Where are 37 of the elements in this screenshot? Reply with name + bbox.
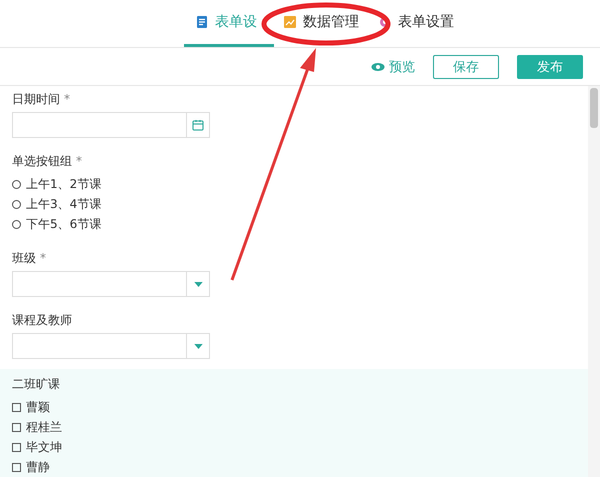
field-label: 单选按钮组	[12, 154, 72, 168]
required-mark: *	[76, 154, 82, 168]
field-label: 课程及教师	[12, 313, 72, 327]
option-label: 上午3、4节课	[26, 196, 102, 212]
input-field[interactable]	[12, 112, 210, 138]
option-label: 毕文坤	[26, 438, 62, 456]
eye-icon	[371, 62, 385, 72]
caret-icon	[194, 344, 202, 348]
radio-button[interactable]	[12, 200, 21, 208]
option-label: 程桂兰	[26, 418, 62, 436]
tab[interactable]: 数据管理	[274, 0, 369, 47]
checkbox[interactable]	[12, 402, 21, 412]
document-icon	[196, 16, 208, 28]
radio-button[interactable]	[12, 220, 21, 228]
save-button[interactable]: 保存	[433, 54, 499, 78]
caret-icon	[194, 282, 202, 286]
input-field[interactable]	[12, 271, 210, 297]
field-label: 班级	[12, 251, 36, 265]
preview-link[interactable]: 预览	[371, 58, 415, 76]
required-mark: *	[40, 251, 46, 265]
option-label: 曹静	[26, 458, 50, 476]
field-label: 日期时间	[12, 92, 60, 106]
required-mark: *	[64, 92, 70, 106]
chart-icon	[284, 16, 296, 28]
option-label: 下午5、6节课	[26, 216, 102, 232]
option-label: 曹颖	[26, 398, 50, 416]
scrollbar-thumb[interactable]	[590, 88, 598, 128]
checkbox[interactable]	[12, 462, 21, 472]
input-field[interactable]	[12, 333, 210, 359]
checkbox[interactable]	[12, 422, 21, 432]
publish-button[interactable]: 发布	[517, 54, 583, 78]
tab[interactable]: 表单设	[184, 0, 274, 47]
radio-button[interactable]	[12, 180, 21, 188]
calendar-icon	[192, 119, 204, 131]
checkbox[interactable]	[12, 442, 21, 452]
option-label: 上午1、2节课	[26, 176, 102, 192]
field-label: 二班旷课	[12, 377, 60, 391]
